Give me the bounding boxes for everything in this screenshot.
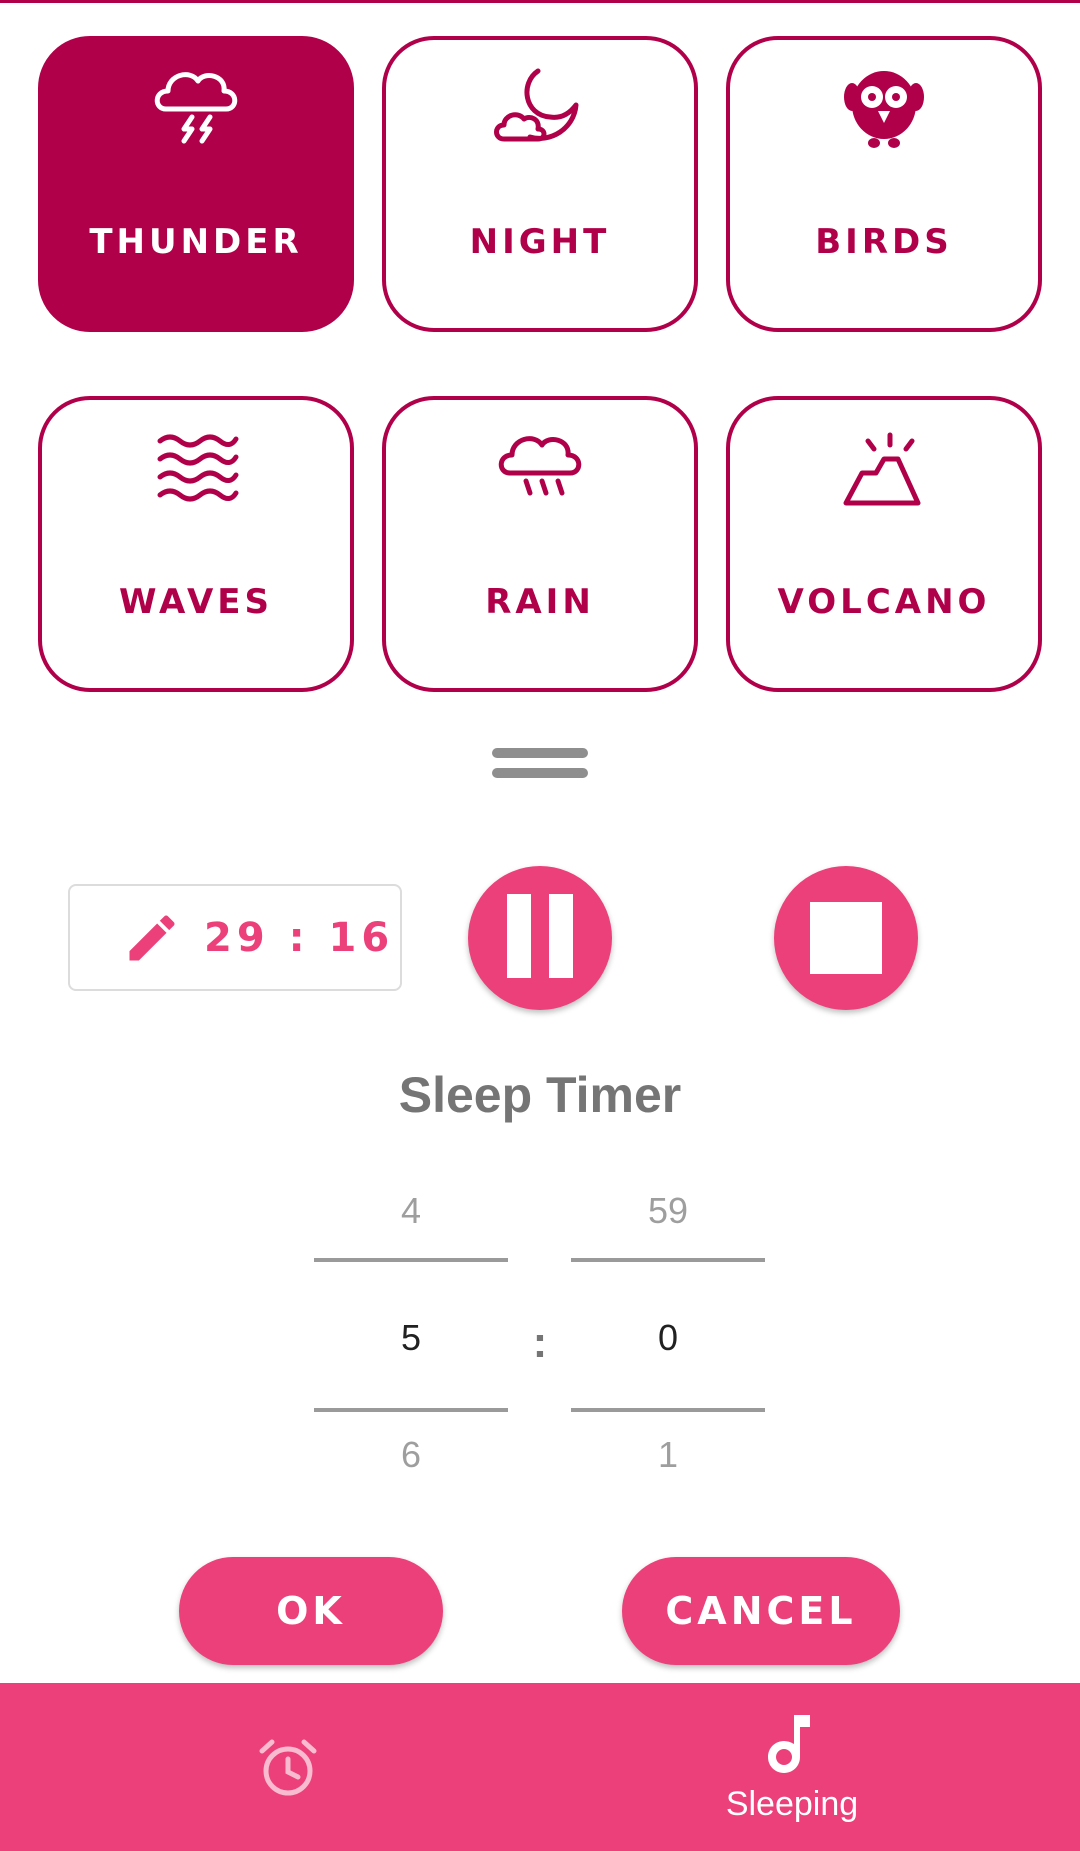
sound-tile-thunder[interactable]: THUNDER [38, 36, 354, 332]
picker-divider [314, 1408, 508, 1412]
pause-button[interactable] [468, 866, 612, 1010]
bird-icon [829, 52, 939, 162]
picker-divider [314, 1258, 508, 1262]
nav-label-sleeping: Sleeping [725, 1785, 859, 1823]
stop-icon [810, 902, 882, 974]
rain-cloud-icon [485, 412, 595, 522]
bottom-navigation: Sleeping [0, 1683, 1080, 1851]
time-separator: : [532, 1318, 548, 1367]
ok-button[interactable]: OK [179, 1557, 443, 1665]
sound-tile-birds[interactable]: BIRDS [726, 36, 1042, 332]
sound-tile-waves[interactable]: WAVES [38, 396, 354, 692]
music-note-icon [768, 1715, 810, 1773]
hours-current-value[interactable]: 5 [314, 1317, 508, 1359]
sound-tile-night[interactable]: NIGHT [382, 36, 698, 332]
sound-label: VOLCANO [777, 582, 991, 622]
minutes-next-value[interactable]: 1 [571, 1434, 765, 1476]
minutes-current-value[interactable]: 0 [571, 1317, 765, 1359]
hours-next-value[interactable]: 6 [314, 1434, 508, 1476]
nav-item-alarm[interactable] [230, 1683, 346, 1851]
thunderstorm-icon [141, 52, 251, 162]
remaining-time: 29 : 16 [204, 914, 395, 961]
bottom-sheet-drag-handle[interactable] [492, 748, 588, 790]
sounds-grid: THUNDER NIGHT BIRDS WAVES RAIN VOLCANO [38, 36, 1042, 692]
picker-divider [571, 1408, 765, 1412]
hours-prev-value[interactable]: 4 [314, 1190, 508, 1232]
sleep-timer-title: Sleep Timer [398, 1067, 682, 1123]
sound-label: WAVES [118, 582, 273, 622]
pencil-icon [129, 914, 175, 960]
nav-item-sleeping[interactable]: Sleeping [700, 1683, 884, 1851]
remaining-time-chip[interactable]: 29 : 16 [68, 884, 402, 991]
moon-cloud-icon [485, 52, 595, 162]
minutes-prev-value[interactable]: 59 [571, 1190, 765, 1232]
waves-icon [141, 412, 251, 522]
sound-label: RAIN [485, 582, 595, 622]
pause-icon [498, 893, 582, 983]
top-divider [0, 0, 1080, 3]
alarm-clock-icon [259, 1739, 317, 1796]
sound-label: NIGHT [469, 222, 611, 262]
hours-picker[interactable]: 4 5 6 [314, 1190, 508, 1480]
cancel-button[interactable]: CANCEL [622, 1557, 900, 1665]
sound-label: THUNDER [89, 222, 303, 262]
picker-divider [571, 1258, 765, 1262]
sound-tile-rain[interactable]: RAIN [382, 396, 698, 692]
volcano-icon [829, 412, 939, 522]
stop-button[interactable] [774, 866, 918, 1010]
sound-tile-volcano[interactable]: VOLCANO [726, 396, 1042, 692]
sleep-sounds-screen: THUNDER NIGHT BIRDS WAVES RAIN VOLCANO 2… [0, 0, 1080, 1851]
minutes-picker[interactable]: 59 0 1 [571, 1190, 765, 1480]
sound-label: BIRDS [815, 222, 953, 262]
